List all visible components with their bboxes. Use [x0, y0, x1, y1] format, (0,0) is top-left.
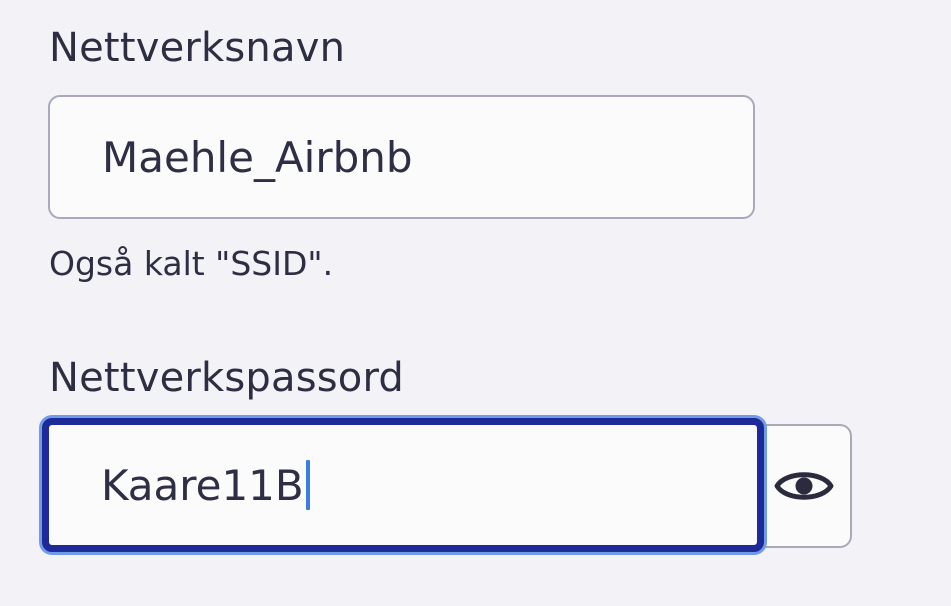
text-caret [305, 460, 310, 510]
network-name-label: Nettverksnavn [49, 25, 346, 71]
network-name-field[interactable]: Maehle_Airbnb [48, 95, 755, 219]
wifi-settings-form: Nettverksnavn Maehle_Airbnb Også kalt "S… [0, 0, 951, 606]
network-name-helper-text: Også kalt "SSID". [49, 244, 334, 283]
network-name-value: Maehle_Airbnb [102, 132, 413, 182]
eye-icon [774, 472, 834, 500]
show-password-button[interactable] [758, 424, 852, 548]
network-password-label: Nettverkspassord [49, 355, 405, 401]
network-password-group: Kaare11B [38, 416, 854, 556]
network-password-value-wrap: Kaare11B [101, 425, 310, 545]
network-password-field[interactable]: Kaare11B [42, 418, 764, 552]
network-password-value: Kaare11B [101, 460, 304, 510]
